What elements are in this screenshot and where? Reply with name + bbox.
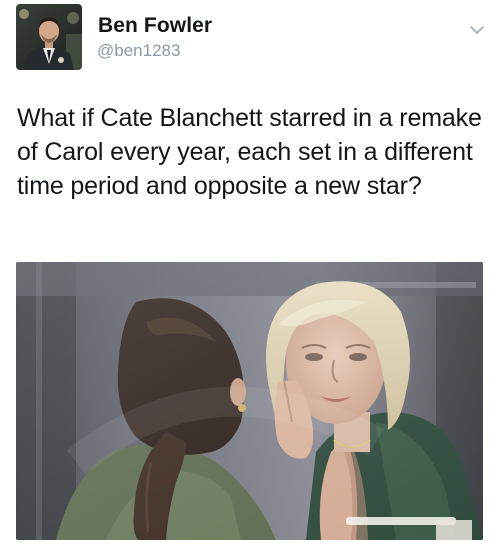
photo-image — [16, 262, 483, 540]
tweet-text: What if Cate Blanchett starred in a rema… — [17, 104, 482, 200]
author-avatar[interactable] — [16, 4, 82, 70]
tweet-card: Ben Fowler @ben1283 What if Cate Blanche… — [0, 0, 500, 548]
avatar-photo — [16, 4, 82, 70]
tweet-menu-button[interactable] — [467, 20, 487, 40]
author-handle[interactable]: @ben1283 — [97, 41, 180, 61]
tweet-photo[interactable] — [16, 262, 483, 540]
author-display-name[interactable]: Ben Fowler — [98, 14, 212, 38]
chevron-down-icon — [470, 26, 484, 34]
